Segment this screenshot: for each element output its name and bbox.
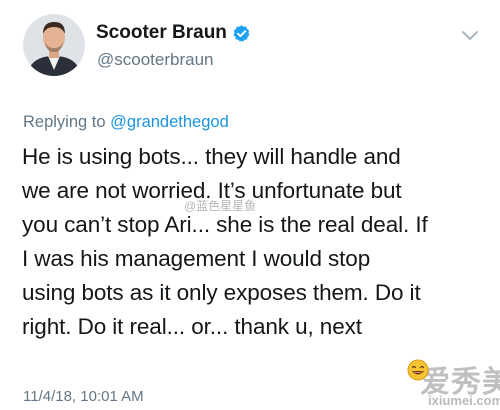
watermark-logo-main: 爱秀美 <box>420 366 500 399</box>
watermark-logo-sub: ixiumei.com <box>428 393 500 408</box>
avatar[interactable] <box>23 14 85 76</box>
tweet-text-line: we are not worried. It’s unfortunate but <box>22 178 402 203</box>
tweet-timestamp[interactable]: 11/4/18, 10:01 AM <box>23 388 144 406</box>
reply-mention-link[interactable]: @grandethegod <box>110 113 229 131</box>
chevron-down-icon[interactable] <box>461 30 479 42</box>
replying-to-prefix: Replying to <box>23 113 106 131</box>
tweet-card: Scooter Braun @scooterbraun Replying to … <box>0 0 500 410</box>
tweet-text-line: using bots as it only exposes them. Do i… <box>22 280 421 305</box>
display-name[interactable]: Scooter Braun <box>96 22 251 44</box>
laughing-emoji-icon <box>407 359 429 381</box>
tweet-text-line: you can’t stop Ari... she is the real de… <box>22 212 428 237</box>
tweet-text-line: right. Do it real... or... thank u, next <box>22 314 362 339</box>
watermark-logo: 爱秀美 ixiumei.com <box>398 355 500 409</box>
display-name-text[interactable]: Scooter Braun <box>96 22 227 44</box>
replying-to: Replying to @grandethegod <box>23 112 229 132</box>
user-handle[interactable]: @scooterbraun <box>97 50 214 70</box>
tweet-text-line: I was his management I would stop <box>22 246 371 271</box>
tweet-text: He is using bots... they will handle and… <box>22 140 492 344</box>
verified-badge-icon <box>232 24 251 43</box>
tweet-text-line: He is using bots... they will handle and <box>22 144 401 169</box>
